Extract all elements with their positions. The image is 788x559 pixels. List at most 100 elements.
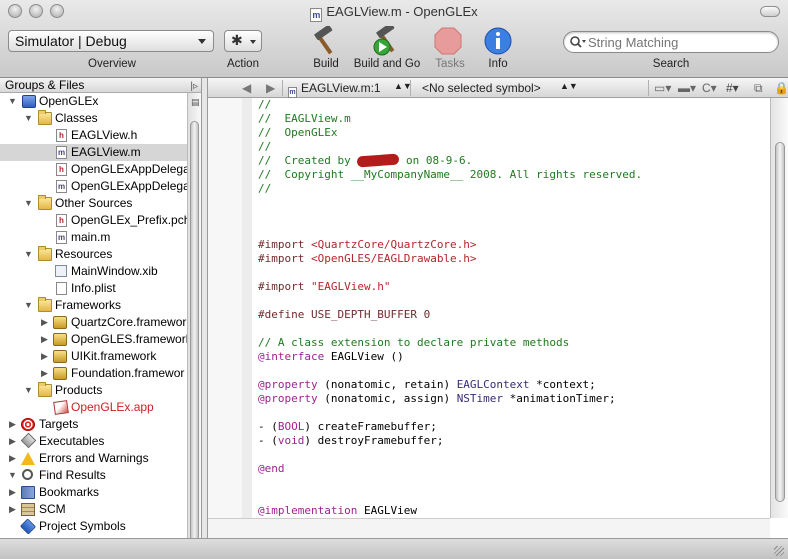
- tree-item-project[interactable]: ▼ OpenGLEx: [0, 93, 188, 110]
- info-icon[interactable]: [482, 26, 514, 56]
- disclosure-closed-icon[interactable]: ▶: [40, 331, 49, 348]
- symbol-popup-chevron-icon[interactable]: ▲▼: [560, 81, 578, 91]
- tree-item-app-product[interactable]: OpenGLEx.app: [0, 399, 188, 416]
- tree-item-main-m[interactable]: m main.m: [0, 229, 188, 246]
- tree-item-label: Errors and Warnings: [39, 451, 149, 465]
- folding-ribbon[interactable]: [242, 98, 252, 528]
- scm-icon: [21, 503, 35, 516]
- tree-item-targets[interactable]: ▶ Targets: [0, 416, 188, 433]
- code-line: @property (nonatomic, retain) EAGLContex…: [258, 378, 596, 392]
- tree-item-errors-warnings[interactable]: ▶ Errors and Warnings: [0, 450, 188, 467]
- sidebar-scroll-thumb[interactable]: [190, 121, 199, 541]
- tree-item-label: UIKit.framework: [71, 349, 157, 363]
- tree-item-label: Frameworks: [55, 298, 122, 312]
- groups-tree: ▼ OpenGLEx ▼ Classes h EAGLView.h m EAGL…: [0, 93, 188, 538]
- disclosure-open-icon[interactable]: ▼: [24, 246, 33, 263]
- breakpoints-menu-icon[interactable]: ▬▾: [678, 81, 696, 95]
- tree-item-quartzcore[interactable]: ▶ QuartzCore.framewor: [0, 314, 188, 331]
- disclosure-open-icon[interactable]: ▼: [8, 93, 17, 110]
- tasks-label[interactable]: Tasks: [428, 58, 472, 70]
- split-view-icon[interactable]: ▤: [191, 97, 200, 108]
- disclosure-closed-icon[interactable]: ▶: [8, 484, 17, 501]
- tree-item-products[interactable]: ▼ Products: [0, 382, 188, 399]
- build-and-go-icon[interactable]: [370, 26, 402, 56]
- project-icon: [22, 95, 36, 108]
- header-file-icon: h: [56, 163, 67, 176]
- counterpart-icon[interactable]: ⧉: [754, 81, 763, 96]
- back-arrow-icon[interactable]: ◀: [242, 81, 251, 95]
- file-popup[interactable]: m EAGLView.m:1: [288, 81, 381, 98]
- disclosure-open-icon[interactable]: ▼: [8, 467, 17, 484]
- editor-horizontal-scrollbar[interactable]: [208, 518, 770, 538]
- header-file-icon: h: [56, 129, 67, 142]
- included-files-icon[interactable]: #▾: [726, 81, 739, 95]
- tree-item-prefix-pch[interactable]: h OpenGLEx_Prefix.pch: [0, 212, 188, 229]
- disclosure-open-icon[interactable]: ▼: [24, 382, 33, 399]
- overview-popup-value: Simulator | Debug: [15, 33, 127, 49]
- toolbar-toggle-button[interactable]: [760, 6, 780, 17]
- hammer-icon[interactable]: [310, 26, 342, 56]
- disclosure-closed-icon[interactable]: ▶: [40, 314, 49, 331]
- tree-item-opengles[interactable]: ▶ OpenGLES.framework: [0, 331, 188, 348]
- code-token: ) destroyFramebuffer;: [304, 434, 444, 447]
- disclosure-closed-icon[interactable]: ▶: [40, 365, 49, 382]
- folder-icon: [38, 297, 52, 312]
- editor-scroll-thumb[interactable]: [775, 142, 785, 502]
- groups-and-files-panel: Groups & Files |▹ ▼ OpenGLEx ▼ Classes h…: [0, 78, 202, 541]
- tree-item-project-symbols[interactable]: Project Symbols: [0, 518, 188, 535]
- editor-vertical-scrollbar[interactable]: [770, 98, 788, 518]
- disclosure-open-icon[interactable]: ▼: [24, 110, 33, 127]
- disclosure-closed-icon[interactable]: ▶: [8, 450, 17, 467]
- class-hierarchy-icon[interactable]: C▾: [702, 81, 717, 95]
- tree-item-resources[interactable]: ▼ Resources: [0, 246, 188, 263]
- tree-item-bookmarks[interactable]: ▶ Bookmarks: [0, 484, 188, 501]
- tree-item-appdelegate-h[interactable]: h OpenGLExAppDelegat: [0, 161, 188, 178]
- tree-item-foundation[interactable]: ▶ Foundation.framewor: [0, 365, 188, 382]
- tree-item-label: Find Results: [39, 468, 106, 482]
- build-and-go-label[interactable]: Build and Go: [350, 58, 424, 70]
- groups-and-files-header: Groups & Files |▹: [0, 78, 201, 93]
- disclosure-closed-icon[interactable]: ▶: [8, 501, 17, 518]
- disclosure-closed-icon[interactable]: ▶: [8, 433, 17, 450]
- info-label[interactable]: Info: [478, 58, 518, 70]
- symbol-popup[interactable]: <No selected symbol>: [422, 81, 541, 95]
- tree-item-mainwindow-xib[interactable]: MainWindow.xib: [0, 263, 188, 280]
- tree-item-find-results[interactable]: ▼ Find Results: [0, 467, 188, 484]
- tree-item-frameworks[interactable]: ▼ Frameworks: [0, 297, 188, 314]
- resize-grip-icon[interactable]: [774, 546, 784, 556]
- disclosure-open-icon[interactable]: ▼: [24, 195, 33, 212]
- tree-item-info-plist[interactable]: Info.plist: [0, 280, 188, 297]
- search-field[interactable]: [563, 31, 779, 53]
- tree-item-label: Products: [55, 383, 103, 397]
- tree-item-appdelegate-m[interactable]: m OpenGLExAppDelegat: [0, 178, 188, 195]
- disclosure-closed-icon[interactable]: ▶: [40, 348, 49, 365]
- code-token: <OpenGLES/EAGLDrawable.h>: [310, 252, 477, 265]
- tree-item-classes[interactable]: ▼ Classes: [0, 110, 188, 127]
- tree-item-scm[interactable]: ▶ SCM: [0, 501, 188, 518]
- bookmarks-menu-icon[interactable]: ▭▾: [654, 81, 671, 95]
- stop-icon[interactable]: [432, 26, 464, 56]
- overview-popup[interactable]: Simulator | Debug: [8, 30, 214, 52]
- tree-item-other-sources[interactable]: ▼ Other Sources: [0, 195, 188, 212]
- code-token: #import: [258, 280, 311, 293]
- sidebar-scrollbar[interactable]: ▤: [187, 93, 201, 541]
- tree-item-eaglview-m[interactable]: m EAGLView.m: [0, 144, 188, 161]
- code-text-area[interactable]: // // EAGLView.m // OpenGLEx // // Creat…: [258, 98, 770, 518]
- tree-item-eaglview-h[interactable]: h EAGLView.h: [0, 127, 188, 144]
- lock-icon[interactable]: 🔒: [774, 81, 788, 95]
- search-input[interactable]: [588, 34, 768, 50]
- forward-arrow-icon[interactable]: ▶: [266, 81, 275, 95]
- line-gutter[interactable]: [208, 98, 252, 528]
- code-token: - (: [258, 434, 278, 447]
- disclosure-open-icon[interactable]: ▼: [24, 297, 33, 314]
- disclosure-closed-icon[interactable]: ▶: [8, 416, 17, 433]
- column-resize-icon[interactable]: |▹: [190, 80, 198, 94]
- action-popup[interactable]: ✱: [224, 30, 262, 52]
- code-token: EAGLContext: [456, 378, 530, 391]
- window-title-text: EAGLView.m - OpenGLEx: [326, 4, 478, 19]
- tree-item-executables[interactable]: ▶ Executables: [0, 432, 188, 450]
- search-icon[interactable]: [569, 35, 587, 49]
- tree-item-uikit[interactable]: ▶ UIKit.framework: [0, 348, 188, 365]
- framework-icon: [53, 350, 67, 363]
- build-button-label[interactable]: Build: [306, 58, 346, 70]
